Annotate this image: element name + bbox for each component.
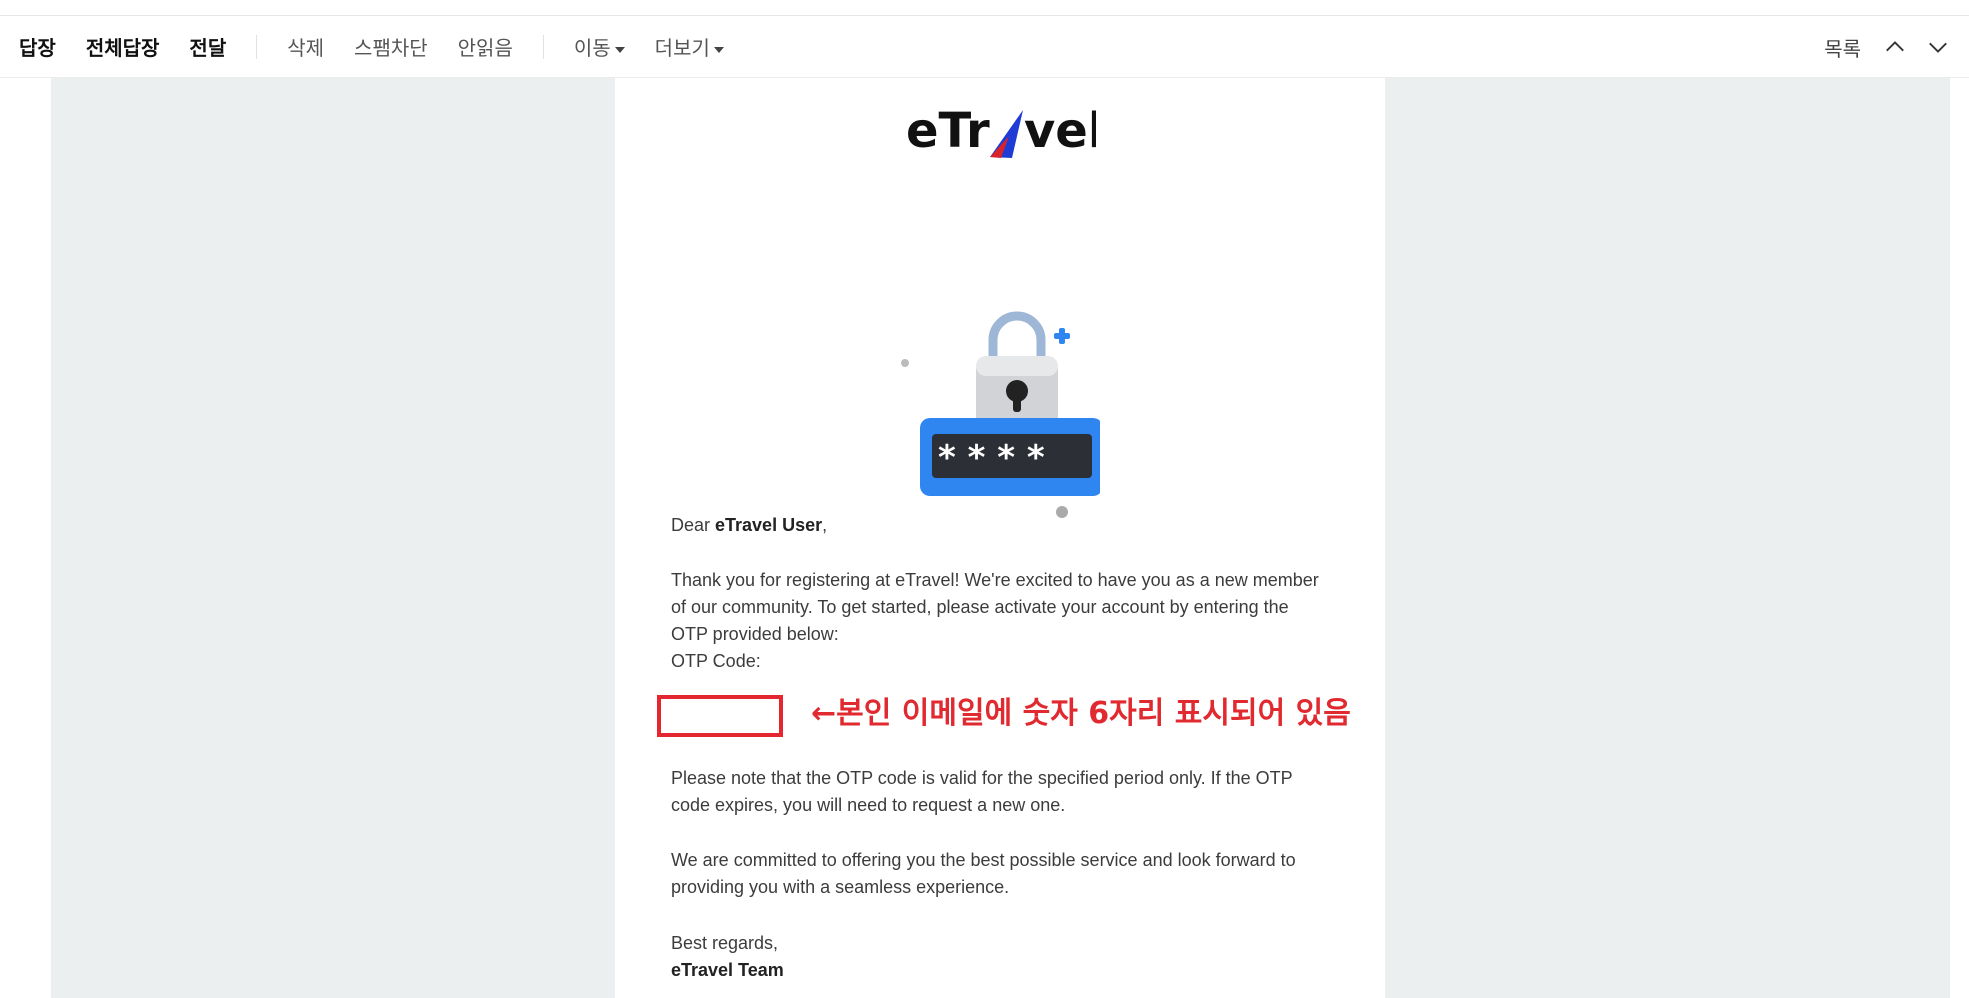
move-dropdown[interactable]: 이동 <box>574 32 625 61</box>
toolbar-divider <box>256 34 258 59</box>
commitment-line: providing you with a seamless experience… <box>671 877 1010 897</box>
toolbar-right: 목록 <box>1824 16 1969 78</box>
chevron-down-icon[interactable] <box>1926 35 1950 59</box>
toolbar-divider <box>542 34 544 59</box>
password-lock-illustration: * * * * <box>880 236 1103 531</box>
logo-text-left: eTr <box>906 103 990 159</box>
commitment-line: We are committed to offering you the bes… <box>671 850 1296 870</box>
otp-label: OTP Code: <box>671 651 761 671</box>
commitment-paragraph: We are committed to offering you the bes… <box>671 847 1341 901</box>
greeting: Dear eTravel User, <box>671 512 827 539</box>
block-spam-button[interactable]: 스팸차단 <box>354 32 428 61</box>
caret-down-icon <box>713 46 724 53</box>
email-content: eTr vel * * * * Dear eTravel User, Thank… <box>615 78 1385 998</box>
mail-toolbar: 답장 전체답장 전달 삭제 스팸차단 안읽음 이동 더보기 목록 <box>0 16 1969 78</box>
delete-button[interactable]: 삭제 <box>287 32 324 61</box>
validity-line: Please note that the OTP code is valid f… <box>671 768 1293 788</box>
reply-button[interactable]: 답장 <box>19 32 56 61</box>
intro-paragraph: Thank you for registering at eTravel! We… <box>671 567 1341 675</box>
validity-line: code expires, you will need to request a… <box>671 795 1066 815</box>
otp-annotation: ←본인 이메일에 숫자 6자리 표시되어 있음 <box>811 696 1351 731</box>
signature: eTravel Team <box>671 960 784 980</box>
greeting-suffix: , <box>822 515 828 535</box>
caret-down-icon <box>614 46 625 53</box>
logo-text-right: vel <box>1024 103 1096 159</box>
forward-button[interactable]: 전달 <box>189 32 226 61</box>
sign-off: Best regards, <box>671 933 779 953</box>
intro-line: Thank you for registering at eTravel! We… <box>671 570 1319 590</box>
move-label: 이동 <box>573 38 611 60</box>
more-label: 더보기 <box>654 38 710 60</box>
intro-line: OTP provided below: <box>671 624 839 644</box>
chevron-up-icon[interactable] <box>1883 35 1907 59</box>
mark-unread-button[interactable]: 안읽음 <box>458 32 513 61</box>
greeting-prefix: Dear <box>671 515 716 535</box>
validity-paragraph: Please note that the OTP code is valid f… <box>671 765 1341 819</box>
intro-line: of our community. To get started, please… <box>671 597 1289 617</box>
logo-plane-icon <box>990 110 1023 158</box>
list-button[interactable]: 목록 <box>1824 33 1861 62</box>
recipient-name: eTravel User <box>715 515 823 535</box>
svg-text:* * * *: * * * * <box>938 438 1045 478</box>
more-dropdown[interactable]: 더보기 <box>655 32 724 61</box>
reply-all-button[interactable]: 전체답장 <box>86 32 160 61</box>
otp-code-redaction-box <box>657 695 783 737</box>
etravel-logo: eTr vel <box>906 100 1104 165</box>
